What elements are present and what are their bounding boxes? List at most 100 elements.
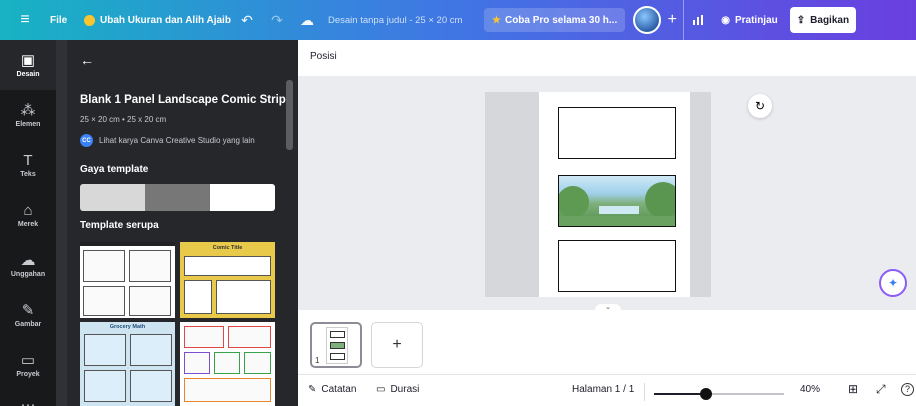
divider	[644, 383, 645, 401]
comic-panel	[214, 352, 240, 374]
sidebar-item-elements[interactable]: ⁂ Elemen	[0, 90, 56, 140]
comic-panel	[244, 352, 271, 374]
author-badge: CC	[80, 134, 93, 147]
panel-scrollbar[interactable]	[286, 80, 293, 150]
document-title[interactable]: Desain tanpa judul - 25 × 20 cm	[322, 0, 484, 40]
context-toolbar: Posisi	[298, 40, 916, 76]
page-indicator[interactable]: Halaman 1 / 1	[572, 384, 634, 395]
thumb-header	[80, 242, 175, 246]
panel-edge	[56, 40, 67, 406]
comic-panel	[184, 280, 212, 314]
back-arrow-icon[interactable]: ←	[80, 52, 94, 68]
comic-panel-top[interactable]	[558, 107, 676, 159]
comic-panel	[83, 286, 125, 316]
page-number: 1	[315, 356, 320, 365]
sidebar-item-label: Merek	[17, 220, 39, 228]
sidebar-item-text[interactable]: T Teks	[0, 140, 56, 190]
page-thumbnail[interactable]: 1	[310, 322, 362, 368]
color-style-swatches[interactable]	[80, 184, 275, 211]
sidebar-item-brand[interactable]: ⌂ Merek	[0, 190, 56, 240]
refresh-icon[interactable]: ↻	[748, 94, 772, 118]
similar-templates-heading: Template serupa	[80, 220, 159, 231]
sidebar-item-draw[interactable]: ✎ Gambar	[0, 290, 56, 340]
template-title: Blank 1 Panel Landscape Comic Strip	[80, 94, 286, 106]
comic-panel	[83, 250, 125, 282]
swatch-gray[interactable]	[145, 184, 210, 211]
template-style-heading: Gaya template	[80, 164, 149, 175]
canvas-workspace: ↻ ✦ ⌄	[298, 76, 916, 312]
template-thumbnail[interactable]: Grocery Math	[80, 322, 175, 406]
help-icon[interactable]: ?	[901, 383, 914, 396]
comic-panel	[184, 352, 210, 374]
zoom-slider[interactable]	[654, 388, 784, 400]
add-page-button[interactable]: +	[371, 322, 423, 368]
mini-panel	[330, 331, 345, 338]
position-button[interactable]: Posisi	[310, 51, 337, 62]
template-thumbnail[interactable]	[80, 242, 175, 318]
invite-plus-button[interactable]: +	[661, 0, 683, 40]
magic-assist-icon[interactable]: ✦	[879, 269, 907, 297]
comic-panel	[130, 370, 172, 402]
bar-chart-icon[interactable]	[683, 0, 713, 40]
page-strip: 1 +	[298, 310, 916, 374]
sidebar-rail: ▣ Desain ⁂ Elemen T Teks ⌂ Merek ☁ Ungga…	[0, 40, 56, 406]
landscape-image	[559, 182, 675, 226]
comic-panel	[129, 250, 171, 282]
cloud-check-icon[interactable]: ☁	[292, 0, 322, 40]
brand-icon: ⌂	[23, 201, 33, 219]
file-menu-button[interactable]: File	[50, 0, 84, 40]
template-size: 25 × 20 cm • 25 x 20 cm	[80, 115, 167, 124]
sidebar-item-label: Teks	[20, 170, 36, 178]
notes-icon: ✎	[308, 384, 317, 395]
duration-label: Durasi	[390, 384, 420, 395]
grid-view-icon[interactable]: ⊞	[848, 382, 858, 396]
help-glyph: ?	[901, 383, 914, 396]
apps-icon: ⋯	[20, 396, 36, 406]
mini-panel	[330, 342, 345, 349]
menu-icon[interactable]: ≡	[0, 0, 50, 40]
upload-icon: ☁	[20, 251, 36, 269]
preview-button[interactable]: ◉ Pratinjau	[715, 7, 784, 33]
comic-panel	[184, 256, 271, 276]
template-thumbnail[interactable]: Comic Title	[180, 242, 275, 318]
fullscreen-icon[interactable]: ⤢	[876, 382, 886, 397]
swatch-light-gray[interactable]	[80, 184, 145, 211]
comic-panel	[228, 326, 271, 348]
try-pro-label: Coba Pro selama 30 h...	[504, 14, 618, 26]
share-button[interactable]: ⇪ Bagikan	[789, 7, 857, 33]
draw-icon: ✎	[21, 301, 35, 319]
sidebar-item-label: Proyek	[16, 370, 40, 378]
sidebar-item-design[interactable]: ▣ Desain	[0, 40, 56, 90]
share-label: Bagikan	[810, 14, 850, 26]
folder-icon: ▭	[20, 351, 36, 369]
notes-label: Catatan	[321, 384, 357, 395]
timer-icon: ▭	[376, 384, 386, 395]
comic-panel-bottom[interactable]	[558, 240, 676, 292]
sidebar-item-apps[interactable]: ⋯	[0, 390, 56, 406]
swatch-white[interactable]	[210, 184, 275, 211]
comic-panel	[216, 280, 271, 314]
sidebar-item-uploads[interactable]: ☁ Unggahan	[0, 240, 56, 290]
bottom-bar: ✎ Catatan ▭ Durasi Halaman 1 / 1 40% ⊞ ⤢…	[298, 374, 916, 406]
try-pro-button[interactable]: ★ Coba Pro selama 30 h...	[484, 8, 626, 32]
mini-panel	[330, 353, 345, 360]
comic-panel	[184, 378, 271, 402]
resize-label: Ubah Ukuran dan Alih Ajaib	[100, 14, 231, 26]
thumb-title: Comic Title	[212, 245, 243, 251]
redo-icon[interactable]: ↷	[262, 0, 292, 40]
author-link[interactable]: CC Lihat karya Canva Creative Studio yan…	[80, 134, 255, 147]
notes-button[interactable]: ✎ Catatan	[308, 384, 356, 395]
undo-icon[interactable]: ↶	[232, 0, 262, 40]
template-thumbnail[interactable]	[180, 322, 275, 406]
duration-button[interactable]: ▭ Durasi	[376, 384, 419, 395]
comic-panel-middle[interactable]	[558, 175, 676, 227]
sidebar-item-label: Gambar	[14, 320, 42, 328]
zoom-value[interactable]: 40%	[800, 384, 820, 395]
avatar[interactable]	[633, 6, 662, 34]
crown-icon	[84, 14, 95, 26]
preview-label: Pratinjau	[734, 14, 778, 26]
zoom-slider-handle[interactable]	[700, 388, 712, 400]
resize-button[interactable]: Ubah Ukuran dan Alih Ajaib	[84, 0, 232, 40]
top-bar: ≡ File Ubah Ukuran dan Alih Ajaib ↶ ↷ ☁ …	[0, 0, 916, 40]
sidebar-item-projects[interactable]: ▭ Proyek	[0, 340, 56, 390]
